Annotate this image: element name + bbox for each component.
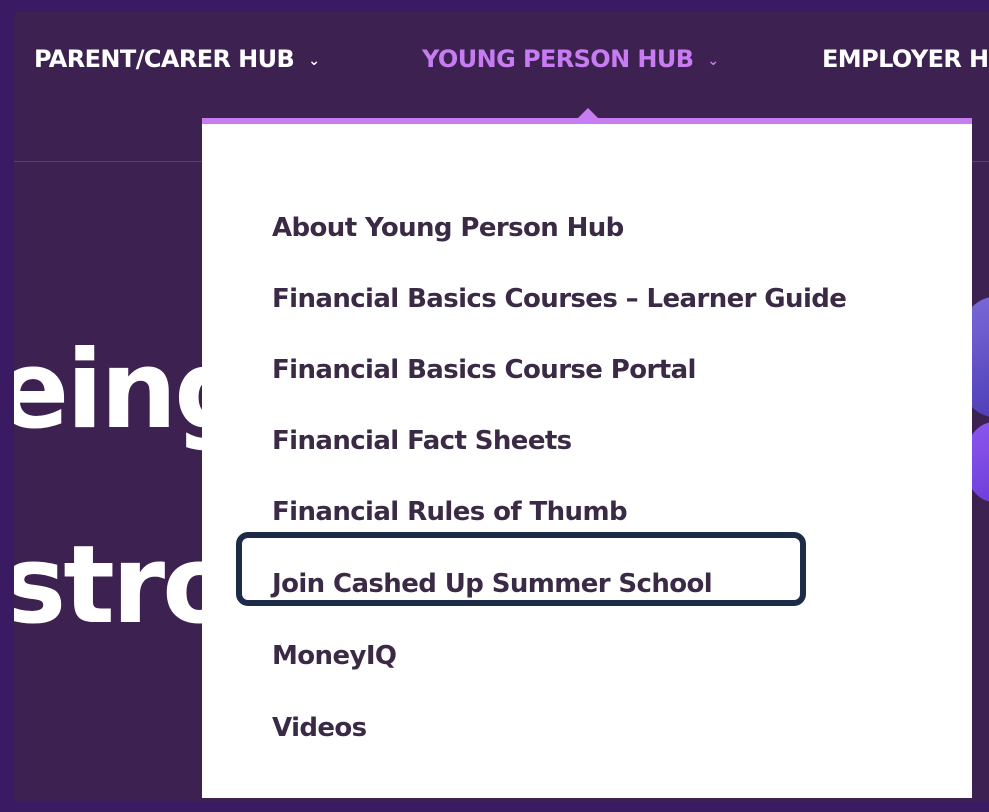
menu-item-videos[interactable]: Videos xyxy=(272,712,367,744)
nav-label: EMPLOYER H xyxy=(822,45,989,73)
chevron-down-icon: ⌄ xyxy=(308,53,320,69)
young-person-hub-dropdown: About Young Person Hub Financial Basics … xyxy=(202,118,972,798)
page-container: PARENT/CARER HUB ⌄ YOUNG PERSON HUB ⌄ EM… xyxy=(14,12,989,802)
nav-item-young-person-hub[interactable]: YOUNG PERSON HUB ⌄ xyxy=(422,44,719,74)
nav-label: PARENT/CARER HUB xyxy=(34,45,295,73)
menu-item-financial-rules-of-thumb[interactable]: Financial Rules of Thumb xyxy=(272,496,628,528)
nav-label: YOUNG PERSON HUB xyxy=(422,45,694,73)
menu-item-about-young-person-hub[interactable]: About Young Person Hub xyxy=(272,212,624,244)
chevron-down-icon: ⌄ xyxy=(707,53,719,69)
menu-item-financial-basics-learner-guide[interactable]: Financial Basics Courses – Learner Guide xyxy=(272,283,847,315)
menu-item-financial-basics-course-portal[interactable]: Financial Basics Course Portal xyxy=(272,354,696,386)
menu-item-moneyiq[interactable]: MoneyIQ xyxy=(272,640,397,672)
nav-item-employer-hub[interactable]: EMPLOYER H xyxy=(822,44,989,74)
menu-item-financial-fact-sheets[interactable]: Financial Fact Sheets xyxy=(272,425,572,457)
hero-heading-line-2: stro xyxy=(14,523,236,648)
nav-item-parent-carer-hub[interactable]: PARENT/CARER HUB ⌄ xyxy=(34,44,320,74)
menu-item-join-cashed-up-summer-school[interactable]: Join Cashed Up Summer School xyxy=(272,568,713,600)
